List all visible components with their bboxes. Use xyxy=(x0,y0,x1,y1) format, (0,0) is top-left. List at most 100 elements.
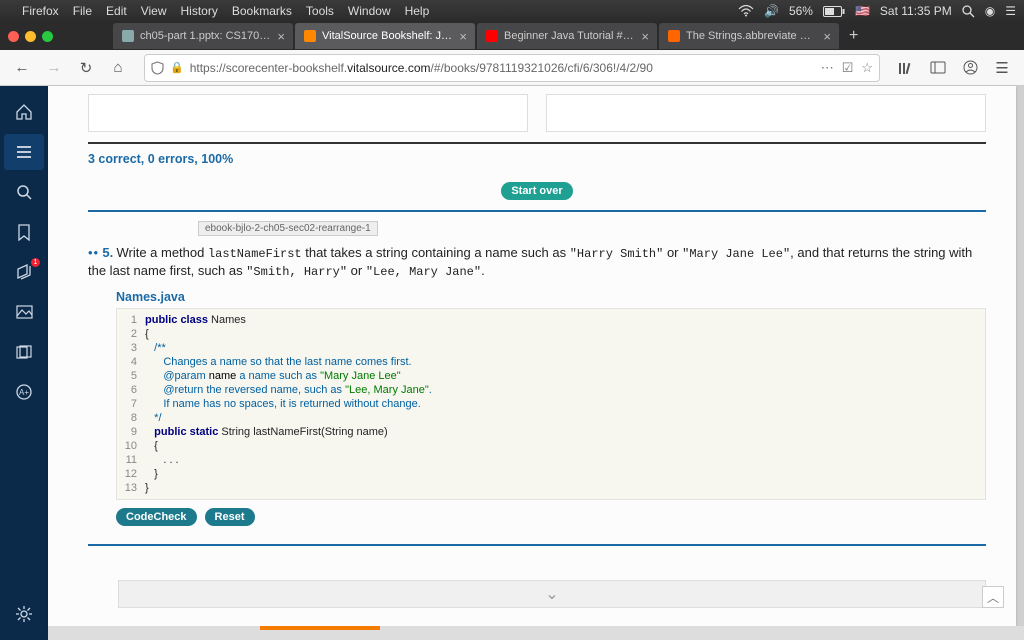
code-line[interactable]: 1public class Names xyxy=(117,313,985,327)
nav-home-button[interactable]: ⌂ xyxy=(104,54,132,82)
window-minimize-button[interactable] xyxy=(25,31,36,42)
chevron-down-icon[interactable]: ⌄ xyxy=(545,584,558,604)
sidebar-toc-icon[interactable] xyxy=(4,134,44,170)
line-number: 3 xyxy=(117,341,145,355)
window-close-button[interactable] xyxy=(8,31,19,42)
app-name[interactable]: Firefox xyxy=(22,4,59,18)
shield-icon[interactable] xyxy=(151,61,164,75)
answer-box-right[interactable] xyxy=(546,94,986,132)
line-number: 12 xyxy=(117,467,145,481)
code-line[interactable]: 12 } xyxy=(117,467,985,481)
progress-indicator xyxy=(260,626,380,630)
browser-tab-0[interactable]: ch05-part 1.pptx: CS170-2628 × xyxy=(113,23,293,49)
code-line[interactable]: 11 . . . xyxy=(117,453,985,467)
code-text: { xyxy=(145,439,158,453)
tab-close-icon[interactable]: × xyxy=(277,29,285,44)
sidebar-flashcards-icon[interactable]: 1 xyxy=(4,254,44,290)
svg-text:A+: A+ xyxy=(19,388,29,397)
library-icon[interactable] xyxy=(892,54,920,82)
window-zoom-button[interactable] xyxy=(42,31,53,42)
start-over-button[interactable]: Start over xyxy=(501,182,572,200)
tab-close-icon[interactable]: × xyxy=(641,29,649,44)
tab-favicon xyxy=(485,29,499,43)
code-line[interactable]: 10 { xyxy=(117,439,985,453)
menu-file[interactable]: File xyxy=(73,4,92,18)
code-text: public static String lastNameFirst(Strin… xyxy=(145,425,388,439)
clock[interactable]: Sat 11:35 PM xyxy=(880,4,952,18)
menu-history[interactable]: History xyxy=(181,4,218,18)
menu-tools[interactable]: Tools xyxy=(306,4,334,18)
menu-bookmarks[interactable]: Bookmarks xyxy=(232,4,292,18)
url-more-icon[interactable]: ⋯ xyxy=(821,60,834,76)
sidebar-search-icon[interactable] xyxy=(4,174,44,210)
reader-mode-icon[interactable]: ☑ xyxy=(842,60,854,76)
sidebar-figure-icon[interactable] xyxy=(4,294,44,330)
sidebar-home-icon[interactable] xyxy=(4,94,44,130)
browser-tab-3[interactable]: The Strings.abbreviate Method× xyxy=(659,23,839,49)
nav-forward-button[interactable]: → xyxy=(40,54,68,82)
line-number: 9 xyxy=(117,425,145,439)
page-footer-bar[interactable]: ⌄ xyxy=(118,580,986,608)
code-text: public class Names xyxy=(145,313,246,327)
code-editor[interactable]: 1public class Names2{3 /**4 Changes a na… xyxy=(116,308,986,500)
sidebar-icon[interactable] xyxy=(924,54,952,82)
line-number: 2 xyxy=(117,327,145,341)
menu-edit[interactable]: Edit xyxy=(106,4,127,18)
control-center-icon[interactable]: ◉ xyxy=(985,4,995,18)
code-line[interactable]: 9 public static String lastNameFirst(Str… xyxy=(117,425,985,439)
menu-icon[interactable]: ☰ xyxy=(1005,4,1016,18)
browser-tabstrip: ch05-part 1.pptx: CS170-2628×VitalSource… xyxy=(0,22,1024,50)
spotlight-icon[interactable] xyxy=(962,5,975,18)
hamburger-menu-icon[interactable]: ☰ xyxy=(988,54,1016,82)
scroll-top-button[interactable]: ︿ xyxy=(982,586,1004,608)
code-line[interactable]: 13} xyxy=(117,481,985,495)
flag-icon[interactable]: 🇺🇸 xyxy=(855,4,870,18)
lock-icon[interactable]: 🔒 xyxy=(170,61,184,74)
menu-window[interactable]: Window xyxy=(348,4,391,18)
volume-icon[interactable]: 🔊 xyxy=(764,4,779,18)
browser-tab-1[interactable]: VitalSource Bookshelf: Java Co × xyxy=(295,23,475,49)
code-line[interactable]: 7 If name has no spaces, it is returned … xyxy=(117,397,985,411)
answer-box-left[interactable] xyxy=(88,94,528,132)
new-tab-button[interactable]: + xyxy=(841,27,866,45)
codecheck-button[interactable]: CodeCheck xyxy=(116,508,197,526)
line-number: 1 xyxy=(117,313,145,327)
window-bottom-strip xyxy=(48,626,1024,640)
wifi-icon[interactable] xyxy=(738,5,754,17)
reader-sidebar: 1 A+ xyxy=(0,86,48,640)
code-text: Changes a name so that the last name com… xyxy=(145,355,412,369)
browser-tab-2[interactable]: Beginner Java Tutorial #5 Decl× xyxy=(477,23,657,49)
code-line[interactable]: 2{ xyxy=(117,327,985,341)
code-text: /** xyxy=(145,341,166,355)
code-text: @param name a name such as "Mary Jane Le… xyxy=(145,369,401,383)
nav-back-button[interactable]: ← xyxy=(8,54,36,82)
tab-label: VitalSource Bookshelf: Java Co xyxy=(322,30,454,42)
code-line[interactable]: 5 @param name a name such as "Mary Jane … xyxy=(117,369,985,383)
code-line[interactable]: 3 /** xyxy=(117,341,985,355)
tab-close-icon[interactable]: × xyxy=(459,29,467,44)
bookmark-star-icon[interactable]: ☆ xyxy=(861,60,873,76)
line-number: 11 xyxy=(117,453,145,467)
nav-reload-button[interactable]: ↻ xyxy=(72,54,100,82)
code-line[interactable]: 4 Changes a name so that the last name c… xyxy=(117,355,985,369)
browser-navbar: ← → ↻ ⌂ 🔒 https://scorecenter-bookshelf.… xyxy=(0,50,1024,86)
menu-view[interactable]: View xyxy=(141,4,167,18)
url-bar[interactable]: 🔒 https://scorecenter-bookshelf.vitalsou… xyxy=(144,54,880,82)
code-line[interactable]: 8 */ xyxy=(117,411,985,425)
code-text: If name has no spaces, it is returned wi… xyxy=(145,397,421,411)
sidebar-grade-icon[interactable]: A+ xyxy=(4,374,44,410)
tab-label: ch05-part 1.pptx: CS170-2628 xyxy=(140,30,272,42)
sidebar-settings-icon[interactable] xyxy=(4,596,44,632)
menu-help[interactable]: Help xyxy=(405,4,430,18)
reset-button[interactable]: Reset xyxy=(205,508,255,526)
sidebar-bookmark-icon[interactable] xyxy=(4,214,44,250)
account-icon[interactable] xyxy=(956,54,984,82)
code-text: @return the reversed name, such as "Lee,… xyxy=(145,383,432,397)
tab-close-icon[interactable]: × xyxy=(823,29,831,44)
divider xyxy=(88,142,986,144)
badge-icon: 1 xyxy=(31,258,40,267)
page-content: 3 correct, 0 errors, 100% Start over ebo… xyxy=(48,86,1016,626)
code-line[interactable]: 6 @return the reversed name, such as "Le… xyxy=(117,383,985,397)
sidebar-notes-icon[interactable] xyxy=(4,334,44,370)
exercise-tag: ebook-bjlo-2-ch05-sec02-rearrange-1 xyxy=(198,221,378,236)
